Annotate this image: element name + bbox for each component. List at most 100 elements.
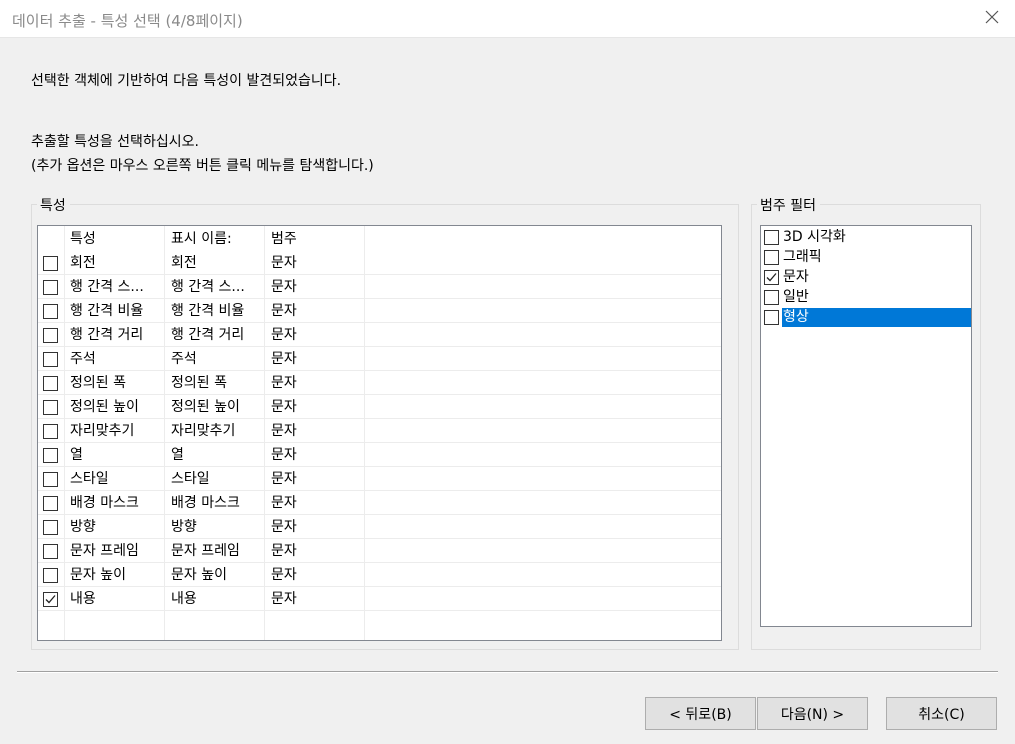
table-row[interactable]: 행 간격 비율 행 간격 비율 문자 xyxy=(38,299,721,323)
category-filter-item[interactable]: 3D 시각화 xyxy=(762,228,970,247)
table-row[interactable]: 정의된 높이 정의된 높이 문자 xyxy=(38,395,721,419)
row-checkbox[interactable] xyxy=(43,376,58,391)
cell-property-name: 열 xyxy=(70,447,83,463)
cell-category: 문자 xyxy=(271,591,297,607)
intro-text-hint: (추가 옵션은 마우스 오른쪽 버튼 클릭 메뉴를 탐색합니다.) xyxy=(31,158,374,174)
back-button[interactable]: < 뒤로(B) xyxy=(645,697,756,730)
cell-category: 문자 xyxy=(271,567,297,583)
category-checkbox[interactable] xyxy=(764,290,779,305)
window-title: 데이터 추출 - 특성 선택 (4/8페이지) xyxy=(12,12,243,30)
cell-category: 문자 xyxy=(271,519,297,535)
cell-category: 문자 xyxy=(271,471,297,487)
column-header-property[interactable]: 특성 xyxy=(70,227,96,251)
cell-category: 문자 xyxy=(271,375,297,391)
row-checkbox[interactable] xyxy=(43,352,58,367)
cell-property-name: 행 간격 스... xyxy=(70,279,144,295)
cell-display-name: 자리맞추기 xyxy=(171,423,236,439)
table-row[interactable]: 자리맞추기 자리맞추기 문자 xyxy=(38,419,721,443)
cell-category: 문자 xyxy=(271,399,297,415)
cell-property-name: 방향 xyxy=(70,519,96,535)
category-checkbox[interactable] xyxy=(764,230,779,245)
next-button[interactable]: 다음(N) > xyxy=(757,697,868,730)
table-row[interactable]: 문자 프레임 문자 프레임 문자 xyxy=(38,539,721,563)
category-filter-item[interactable]: 그래픽 xyxy=(762,248,970,267)
cell-property-name: 배경 마스크 xyxy=(70,495,139,511)
cell-display-name: 열 xyxy=(171,447,184,463)
row-checkbox[interactable] xyxy=(43,568,58,583)
cell-property-name: 회전 xyxy=(70,255,96,271)
table-row[interactable]: 정의된 폭 정의된 폭 문자 xyxy=(38,371,721,395)
cell-category: 문자 xyxy=(271,351,297,367)
cell-property-name: 문자 높이 xyxy=(70,567,126,583)
category-filter-label: 일반 xyxy=(783,289,809,305)
table-row[interactable]: 스타일 스타일 문자 xyxy=(38,467,721,491)
table-row[interactable]: 회전 회전 문자 xyxy=(38,251,721,275)
category-filter-item[interactable]: 일반 xyxy=(762,288,970,307)
table-row[interactable]: 열 열 문자 xyxy=(38,443,721,467)
row-checkbox[interactable] xyxy=(43,424,58,439)
row-checkbox[interactable] xyxy=(43,544,58,559)
cell-property-name: 정의된 높이 xyxy=(70,399,139,415)
title-bar: 데이터 추출 - 특성 선택 (4/8페이지) xyxy=(0,0,1015,38)
cell-property-name: 내용 xyxy=(70,591,96,607)
cell-property-name: 행 간격 비율 xyxy=(70,303,144,319)
category-filter-label: 형상 xyxy=(782,308,971,327)
table-row[interactable]: 방향 방향 문자 xyxy=(38,515,721,539)
category-checkbox[interactable] xyxy=(764,250,779,265)
table-row[interactable]: 행 간격 거리 행 간격 거리 문자 xyxy=(38,323,721,347)
cell-property-name: 정의된 폭 xyxy=(70,375,126,391)
row-checkbox[interactable] xyxy=(43,520,58,535)
properties-list[interactable]: 특성 표시 이름: 범주 회전 회전 문자 행 간격 스... 행 간격 스... 문자 행… xyxy=(37,225,722,641)
cell-display-name: 행 간격 스... xyxy=(171,279,245,295)
row-checkbox[interactable] xyxy=(43,304,58,319)
cell-display-name: 배경 마스크 xyxy=(171,495,240,511)
table-row[interactable]: 행 간격 스... 행 간격 스... 문자 xyxy=(38,275,721,299)
category-filter-label: 문자 xyxy=(783,269,809,285)
column-header-category[interactable]: 범주 xyxy=(271,227,297,251)
category-checkbox[interactable] xyxy=(764,310,779,325)
category-filter-label: 그래픽 xyxy=(783,249,822,265)
cell-category: 문자 xyxy=(271,303,297,319)
cell-property-name: 자리맞추기 xyxy=(70,423,135,439)
close-button[interactable] xyxy=(969,0,1015,38)
cell-display-name: 행 간격 비율 xyxy=(171,303,245,319)
row-checkbox[interactable] xyxy=(43,256,58,271)
row-checkbox[interactable] xyxy=(43,280,58,295)
row-checkbox[interactable] xyxy=(43,448,58,463)
cell-display-name: 방향 xyxy=(171,519,197,535)
close-icon xyxy=(985,10,999,28)
table-row[interactable]: 주석 주석 문자 xyxy=(38,347,721,371)
category-filter-item[interactable]: 형상 xyxy=(762,308,971,327)
cancel-button[interactable]: 취소(C) xyxy=(886,697,997,730)
cell-display-name: 정의된 폭 xyxy=(171,375,227,391)
cell-property-name: 스타일 xyxy=(70,471,109,487)
cell-property-name: 주석 xyxy=(70,351,96,367)
cell-display-name: 문자 높이 xyxy=(171,567,227,583)
cell-category: 문자 xyxy=(271,327,297,343)
row-checkbox[interactable] xyxy=(43,328,58,343)
cell-display-name: 행 간격 거리 xyxy=(171,327,245,343)
cell-category: 문자 xyxy=(271,279,297,295)
category-checkbox[interactable] xyxy=(764,270,779,285)
separator xyxy=(17,671,998,673)
cell-category: 문자 xyxy=(271,543,297,559)
cell-display-name: 내용 xyxy=(171,591,197,607)
table-row[interactable]: 문자 높이 문자 높이 문자 xyxy=(38,563,721,587)
cell-display-name: 정의된 높이 xyxy=(171,399,240,415)
table-row[interactable]: 내용 내용 문자 xyxy=(38,587,721,611)
category-filter-item[interactable]: 문자 xyxy=(762,268,970,287)
category-filter-label: 범주 필터 xyxy=(757,195,820,215)
cell-display-name: 스타일 xyxy=(171,471,210,487)
cell-category: 문자 xyxy=(271,255,297,271)
table-row[interactable]: 배경 마스크 배경 마스크 문자 xyxy=(38,491,721,515)
row-checkbox[interactable] xyxy=(43,592,58,607)
cell-property-name: 문자 프레임 xyxy=(70,543,139,559)
row-checkbox[interactable] xyxy=(43,496,58,511)
cell-property-name: 행 간격 거리 xyxy=(70,327,144,343)
row-checkbox[interactable] xyxy=(43,400,58,415)
cell-display-name: 회전 xyxy=(171,255,197,271)
category-filter-list[interactable]: 3D 시각화그래픽문자일반형상 xyxy=(760,225,972,627)
row-checkbox[interactable] xyxy=(43,472,58,487)
cell-category: 문자 xyxy=(271,495,297,511)
column-header-display-name[interactable]: 표시 이름: xyxy=(171,227,232,251)
